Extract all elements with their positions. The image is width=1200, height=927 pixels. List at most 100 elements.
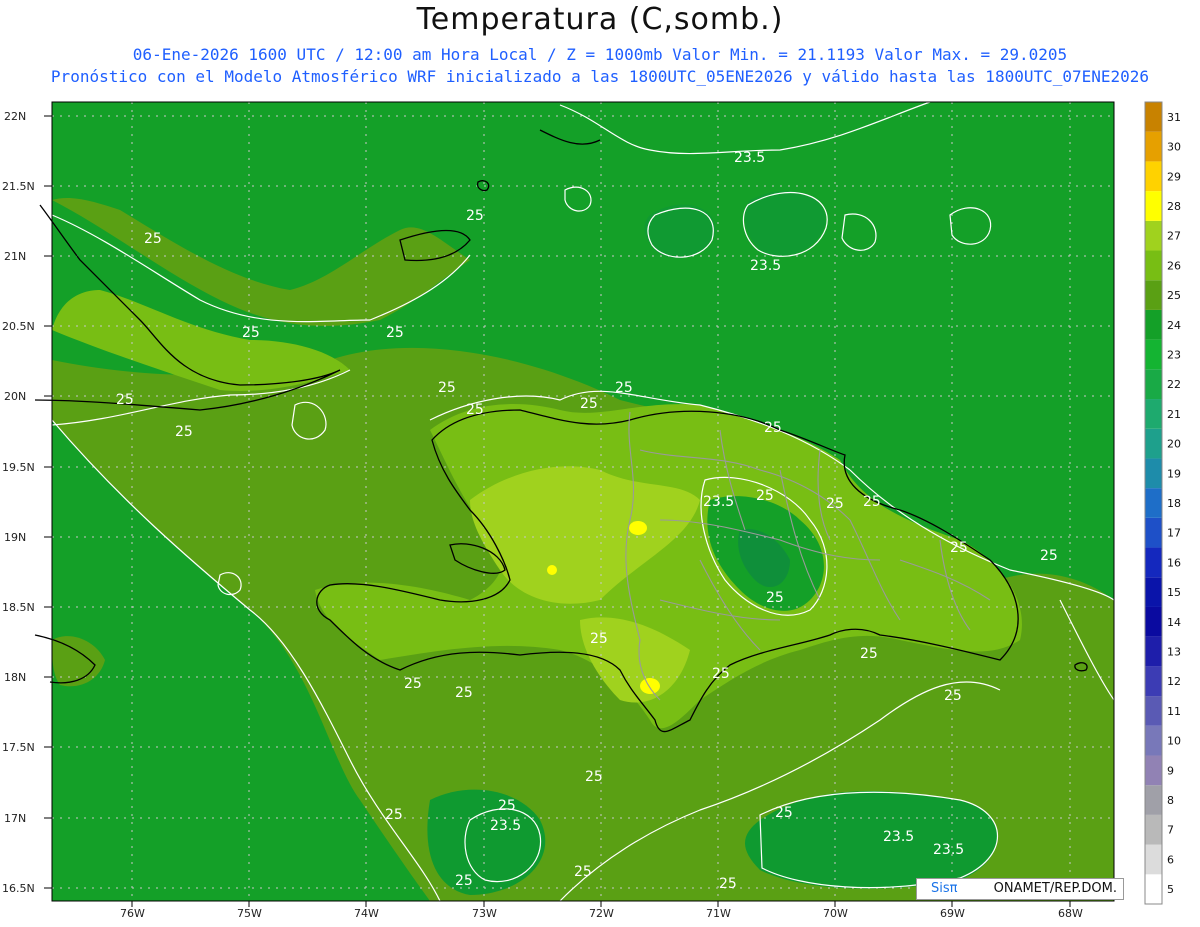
hotspot-1 <box>629 521 647 535</box>
contour-label: 23.5 <box>933 842 964 858</box>
sispi-logo: Sisπ <box>931 881 958 896</box>
lon-label: 70W <box>823 907 848 920</box>
colorbar-swatch <box>1145 309 1162 340</box>
contour-label: 25 <box>944 688 962 704</box>
contour-label: 25 <box>580 396 598 412</box>
colorbar-swatch <box>1145 161 1162 192</box>
contour-label: 25 <box>404 676 422 692</box>
contour-label: 25 <box>585 769 603 785</box>
contour-label: 23.5 <box>703 494 734 510</box>
contour-label: 25 <box>455 873 473 889</box>
colorbar-label: 24 <box>1167 319 1181 332</box>
contour-label: 25 <box>756 488 774 504</box>
colorbar-label: 27 <box>1167 230 1181 243</box>
colorbar-swatch <box>1145 517 1162 548</box>
lat-axis: 22N 21.5N 21N 20.5N 20N 19.5N 19N 18.5N … <box>2 110 52 895</box>
colorbar-swatch <box>1145 725 1162 756</box>
lon-label: 74W <box>354 907 379 920</box>
colorbar-swatch <box>1145 814 1162 845</box>
contour-label: 25 <box>438 380 456 396</box>
colorbar-swatch <box>1145 577 1162 607</box>
colorbar-label: 25 <box>1167 289 1181 302</box>
colorbar-swatch <box>1145 250 1162 281</box>
colorbar-label: 5 <box>1167 883 1174 896</box>
colorbar-label: 30 <box>1167 141 1181 154</box>
lat-label: 19N <box>4 531 26 544</box>
colorbar-swatch <box>1145 755 1162 786</box>
colorbar-label: 23 <box>1167 348 1181 361</box>
contour-label: 23.5 <box>490 818 521 834</box>
contour-label: 23.5 <box>734 150 765 166</box>
contour-label: 25 <box>719 876 737 892</box>
colorbar-label: 31 <box>1167 111 1181 124</box>
contour-label: 25 <box>1040 548 1058 564</box>
colorbar-swatch <box>1145 399 1162 429</box>
contour-label: 25 <box>385 807 403 823</box>
lat-label: 18N <box>4 671 26 684</box>
colorbar-label: 18 <box>1167 497 1181 510</box>
colorbar-label: 9 <box>1167 764 1174 777</box>
lon-label: 73W <box>472 907 497 920</box>
lon-label: 69W <box>940 907 965 920</box>
colorbar-label: 7 <box>1167 824 1174 837</box>
colorbar-swatch <box>1145 191 1162 221</box>
lon-label: 72W <box>589 907 614 920</box>
lat-label: 20N <box>4 390 26 403</box>
colorbar-swatch <box>1145 874 1162 904</box>
lon-label: 68W <box>1058 907 1083 920</box>
lat-label: 18.5N <box>2 601 35 614</box>
colorbar-label: 29 <box>1167 170 1181 183</box>
contour-label: 25 <box>498 798 516 814</box>
lat-label: 17.5N <box>2 741 35 754</box>
lat-label: 21.5N <box>2 180 35 193</box>
contour-label: 23.5 <box>750 258 781 274</box>
contour-label: 25 <box>466 402 484 418</box>
contour-label: 25 <box>712 666 730 682</box>
lat-label: 22N <box>4 110 26 123</box>
contour-label: 25 <box>826 496 844 512</box>
colorbar-label: 6 <box>1167 853 1174 866</box>
hotspot-2 <box>640 678 660 694</box>
colorbar-swatch <box>1145 102 1162 132</box>
colorbar-swatch <box>1145 369 1162 400</box>
temperature-map: 23.5 23.5 25 25 25 25 25 25 25 25 25 25 … <box>2 101 1181 920</box>
colorbar-swatch <box>1145 636 1162 667</box>
lon-label: 71W <box>706 907 731 920</box>
colorbar-label: 26 <box>1167 259 1181 272</box>
colorbar: 5 6 7 8 9 10 11 12 13 14 15 16 17 18 19 20 21 22 23 24 25 26 2… <box>1144 101 1181 905</box>
lat-label: 19.5N <box>2 461 35 474</box>
colorbar-label: 21 <box>1167 408 1181 421</box>
colorbar-swatch <box>1145 696 1162 726</box>
onamet-label: ONAMET/REP.DOM. <box>993 881 1117 896</box>
colorbar-label: 8 <box>1167 794 1174 807</box>
contour-label: 25 <box>144 231 162 247</box>
lon-label: 75W <box>237 907 262 920</box>
contour-label: 25 <box>863 494 881 510</box>
colorbar-swatch <box>1145 339 1162 370</box>
contour-label: 25 <box>590 631 608 647</box>
lat-label: 17N <box>4 812 26 825</box>
lon-label: 76W <box>120 907 145 920</box>
colorbar-swatch <box>1145 220 1162 251</box>
colorbar-label: 17 <box>1167 527 1181 540</box>
colorbar-swatch <box>1145 666 1162 697</box>
colorbar-label: 20 <box>1167 438 1181 451</box>
colorbar-label: 12 <box>1167 675 1181 688</box>
colorbar-swatch <box>1145 547 1162 578</box>
contour-label: 25 <box>386 325 404 341</box>
lat-label: 16.5N <box>2 882 35 895</box>
contour-label: 25 <box>950 540 968 556</box>
colorbar-label: 14 <box>1167 616 1181 629</box>
contour-label: 25 <box>775 805 793 821</box>
colorbar-swatch <box>1145 458 1162 489</box>
contour-label: 25 <box>615 380 633 396</box>
hotspot-3 <box>547 565 557 575</box>
colorbar-swatch <box>1145 785 1162 815</box>
contour-label: 23.5 <box>883 829 914 845</box>
colorbar-swatch <box>1145 844 1162 875</box>
colorbar-label: 16 <box>1167 556 1181 569</box>
contour-label: 25 <box>766 590 784 606</box>
colorbar-label: 19 <box>1167 467 1181 480</box>
colorbar-swatch <box>1145 606 1162 637</box>
colorbar-swatch <box>1145 488 1162 518</box>
